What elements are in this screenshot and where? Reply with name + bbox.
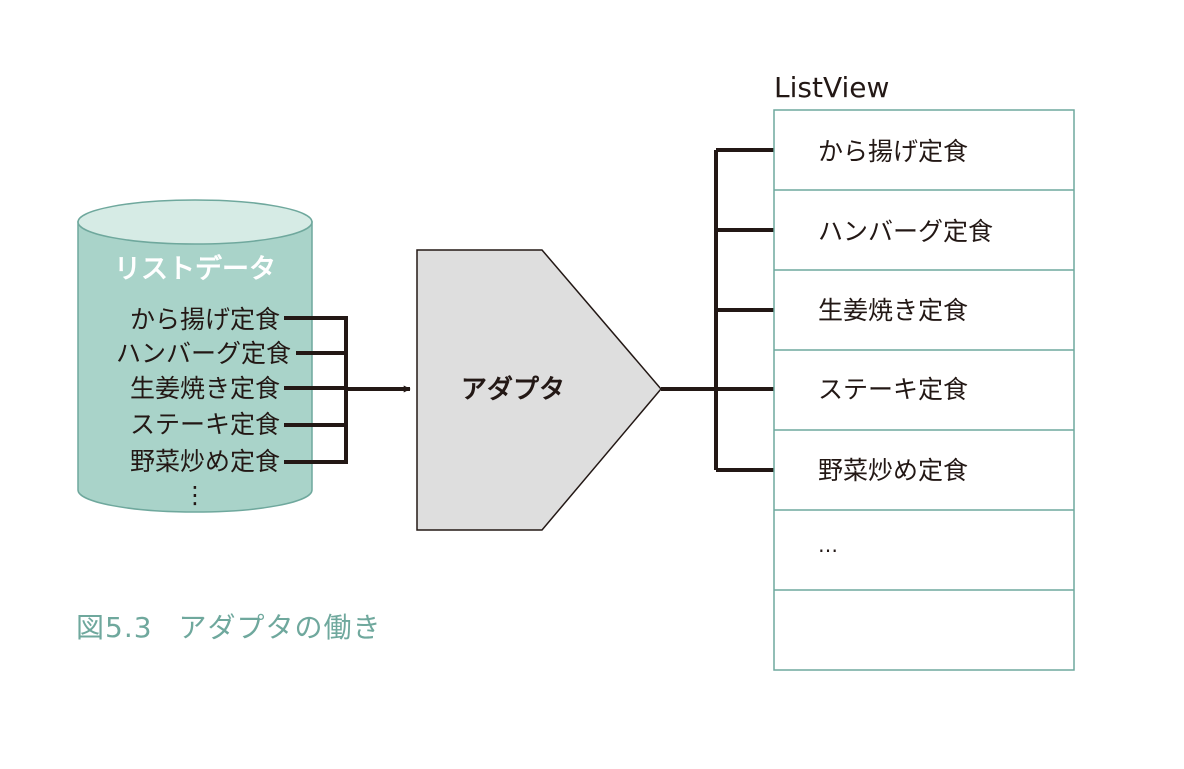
figure-caption-text: アダプタの働き	[178, 611, 382, 644]
list-row-5: 野菜炒め定食	[818, 456, 968, 485]
list-row-3: 生姜焼き定食	[818, 296, 968, 325]
list-row-2: ハンバーグ定食	[818, 217, 993, 246]
source-item-2: ハンバーグ定食	[116, 339, 291, 368]
source-item-1: から揚げ定食	[130, 305, 280, 334]
list-data-title: リストデータ	[114, 253, 276, 285]
list-view: ListView から揚げ定食 ハンバーグ定食 生姜焼き定食 ステーキ定食 野菜…	[773, 71, 1075, 671]
list-view-title: ListView	[774, 71, 889, 104]
source-item-5: 野菜炒め定食	[130, 447, 280, 476]
adapter-label: アダプタ	[461, 374, 565, 405]
figure-number: 図5.3	[76, 611, 153, 644]
list-row-4: ステーキ定食	[818, 375, 968, 404]
cylinder-top	[77, 199, 313, 245]
list-row-1: から揚げ定食	[818, 137, 968, 166]
list-more-ellipsis: …	[818, 533, 838, 557]
list-data-cylinder: リストデータ から揚げ定食 ハンバーグ定食 生姜焼き定食 ステーキ定食 野菜炒め…	[77, 199, 313, 513]
source-item-3: 生姜焼き定食	[130, 374, 280, 403]
figure-caption: 図5.3 アダプタの働き	[76, 606, 382, 646]
adapter-block: アダプタ	[416, 249, 662, 531]
source-item-4: ステーキ定食	[130, 410, 280, 439]
adapter-diagram: リストデータ から揚げ定食 ハンバーグ定食 生姜焼き定食 ステーキ定食 野菜炒め…	[0, 0, 1184, 764]
source-more-ellipsis: ⋮	[183, 481, 207, 509]
